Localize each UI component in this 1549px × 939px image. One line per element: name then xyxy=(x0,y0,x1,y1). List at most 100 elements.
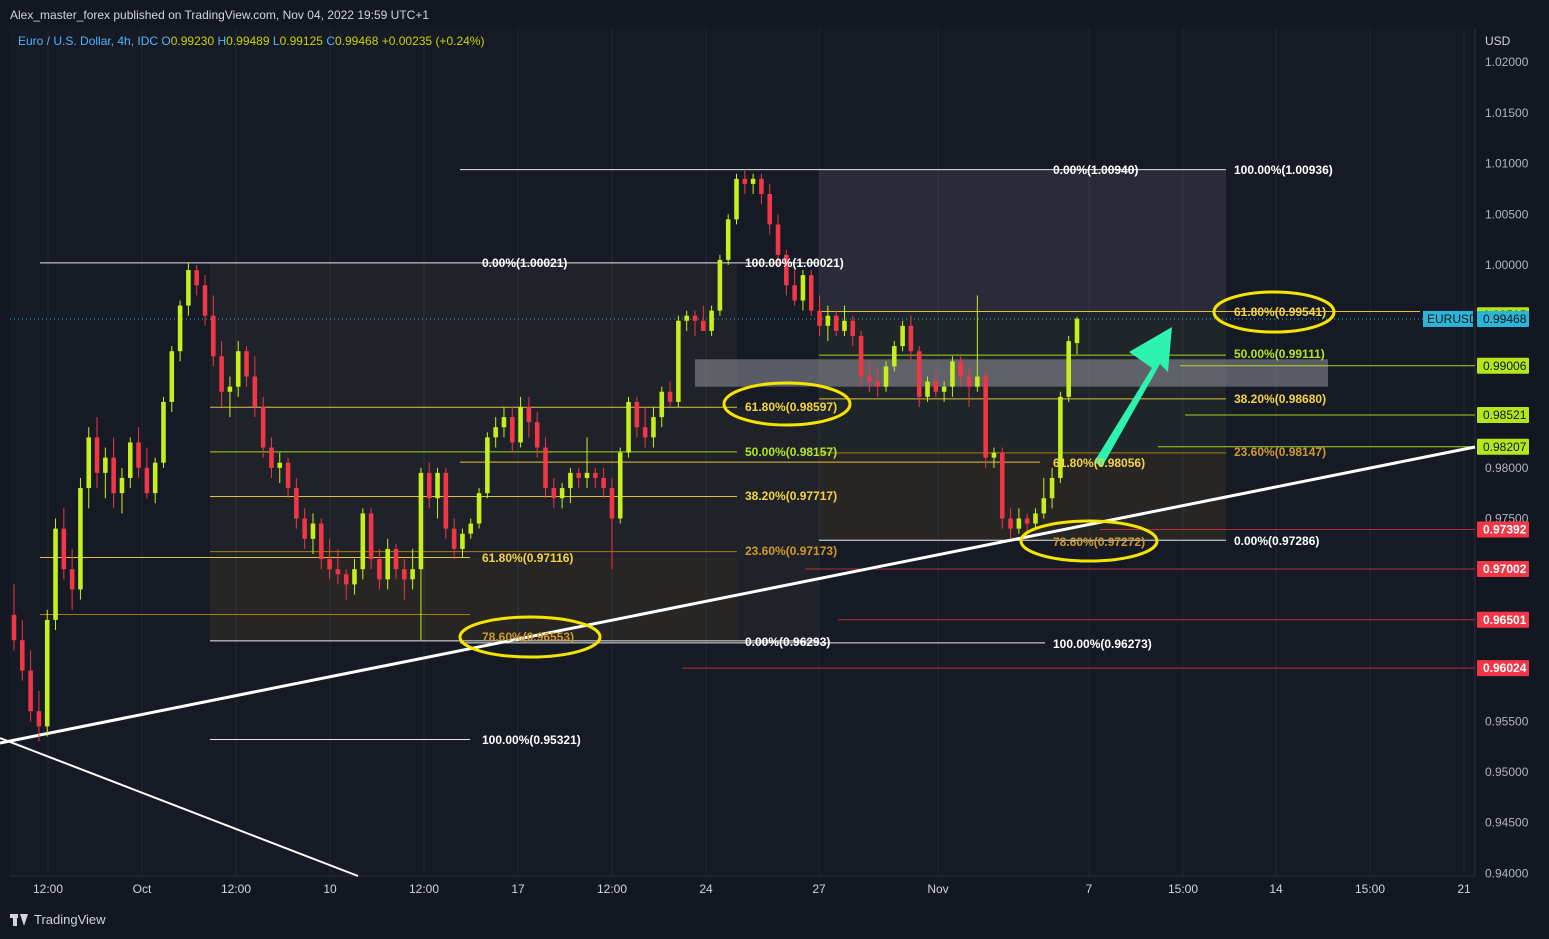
fib-level-label: 61.80%(0.99541) xyxy=(1234,305,1326,319)
candle-body xyxy=(202,285,208,316)
price-badge-label: 0.99006 xyxy=(1483,359,1527,373)
high-value: 0.99489 xyxy=(226,34,270,48)
candle-body xyxy=(842,320,847,331)
candle-body xyxy=(302,518,307,539)
low-label: L xyxy=(272,34,280,48)
symbol-description[interactable]: Euro / U.S. Dollar, 4h, IDC xyxy=(18,34,158,48)
price-tick-label: 1.00500 xyxy=(1485,207,1529,221)
candle-body xyxy=(468,523,474,534)
fib-level-label: 100.00%(0.96273) xyxy=(1053,637,1152,651)
candle-body xyxy=(833,315,839,331)
brand-name: TradingView xyxy=(34,912,106,927)
candle-body xyxy=(1074,318,1080,344)
candle-body xyxy=(767,194,773,225)
candle-body xyxy=(501,417,507,428)
fib-level-label: 0.00%(1.00021) xyxy=(482,256,567,270)
candle-body xyxy=(269,447,274,468)
candle-body xyxy=(161,401,166,463)
candle-body xyxy=(1066,341,1071,397)
open-value: 0.99230 xyxy=(170,34,215,48)
candle-body xyxy=(86,437,92,489)
candle-body xyxy=(78,488,83,590)
candle-body xyxy=(518,406,523,443)
price-badge-label: 0.97002 xyxy=(1483,562,1527,576)
time-tick-label: 12:00 xyxy=(597,882,627,896)
candle-body xyxy=(900,325,905,347)
candle-body xyxy=(725,219,731,260)
candle-body xyxy=(908,325,914,352)
candle-body xyxy=(750,178,756,184)
candle-body xyxy=(642,427,648,438)
candle-body xyxy=(219,356,224,392)
candle-body xyxy=(667,391,673,402)
time-tick-label: 15:00 xyxy=(1168,882,1198,896)
candle-body xyxy=(244,351,249,377)
candle-body xyxy=(1008,518,1013,529)
candle-body xyxy=(775,224,781,255)
candle-body xyxy=(169,351,175,402)
candle-body xyxy=(451,528,457,549)
candle-body xyxy=(576,472,582,478)
candle-body xyxy=(119,477,125,494)
time-tick-label: Nov xyxy=(927,882,948,896)
fib-level-label: 23.60%(0.97173) xyxy=(745,544,837,558)
time-tick-label: 12:00 xyxy=(33,882,63,896)
fib-zone xyxy=(737,407,819,641)
symbol-badge-label: EURUSD xyxy=(1427,312,1478,326)
candle-body xyxy=(999,452,1005,519)
candle-body xyxy=(684,315,689,321)
time-tick-label: 17 xyxy=(511,882,525,896)
close-label: C xyxy=(326,34,335,48)
fib-level-label: 0.00%(1.00940) xyxy=(1053,163,1138,177)
candle-body xyxy=(343,574,349,585)
candle-body xyxy=(152,462,158,494)
candle-body xyxy=(966,376,972,387)
candle-body xyxy=(742,178,748,184)
candle-body xyxy=(717,259,723,311)
candle-body xyxy=(260,406,266,448)
candle-body xyxy=(385,548,390,580)
candle-body xyxy=(227,386,233,392)
time-tick-label: 14 xyxy=(1269,882,1283,896)
time-tick-label: 15:00 xyxy=(1355,882,1385,896)
candle-body xyxy=(476,493,482,524)
open-label: O xyxy=(161,34,171,48)
price-badge-label: 0.96501 xyxy=(1483,613,1527,627)
candle-body xyxy=(194,270,199,286)
tradingview-logo-icon xyxy=(10,913,28,926)
price-badge-label: 0.97392 xyxy=(1483,522,1527,536)
price-tick-label: 0.94500 xyxy=(1485,816,1529,830)
candle-body xyxy=(61,528,67,570)
candle-body xyxy=(318,523,324,560)
price-badge-label: 0.96024 xyxy=(1483,661,1527,675)
candle-body xyxy=(327,559,332,570)
candle-body xyxy=(983,376,988,458)
candle-body xyxy=(800,275,806,301)
candle-body xyxy=(36,711,42,727)
time-axis[interactable]: 12:00 Oct 12:00 10 12:00 17 12:00 24 27 Nov 7 15:00… xyxy=(33,882,1471,896)
candle-body xyxy=(426,472,432,499)
candle-body xyxy=(593,472,598,478)
candle-body xyxy=(485,437,490,494)
fib-level-label: 0.00%(0.96293) xyxy=(745,635,830,649)
candle-body xyxy=(534,422,540,448)
candle-body xyxy=(875,381,880,387)
tradingview-footer[interactable]: TradingView xyxy=(10,912,106,927)
price-tick-label: 0.94000 xyxy=(1485,866,1529,880)
low-value: 0.99125 xyxy=(279,34,323,48)
candle-body xyxy=(418,472,424,570)
candle-body xyxy=(709,310,714,331)
candle-body xyxy=(211,315,216,357)
fib-level-label: 61.80%(0.98597) xyxy=(745,400,837,414)
currency-label: USD xyxy=(1485,34,1511,48)
candle-body xyxy=(20,640,25,671)
price-tick-label: 1.01500 xyxy=(1485,106,1529,120)
candle-body xyxy=(991,452,997,458)
candle-body xyxy=(883,366,889,387)
candle-body xyxy=(1049,477,1055,499)
time-tick-label: 12:00 xyxy=(409,882,439,896)
time-tick-label: Oct xyxy=(133,882,152,896)
candle-body xyxy=(136,442,141,468)
candle-body xyxy=(609,488,615,519)
price-chart[interactable]: 0.00%(1.00021) 100.00%(1.00021) 61.80%(0.9… xyxy=(0,0,1549,939)
